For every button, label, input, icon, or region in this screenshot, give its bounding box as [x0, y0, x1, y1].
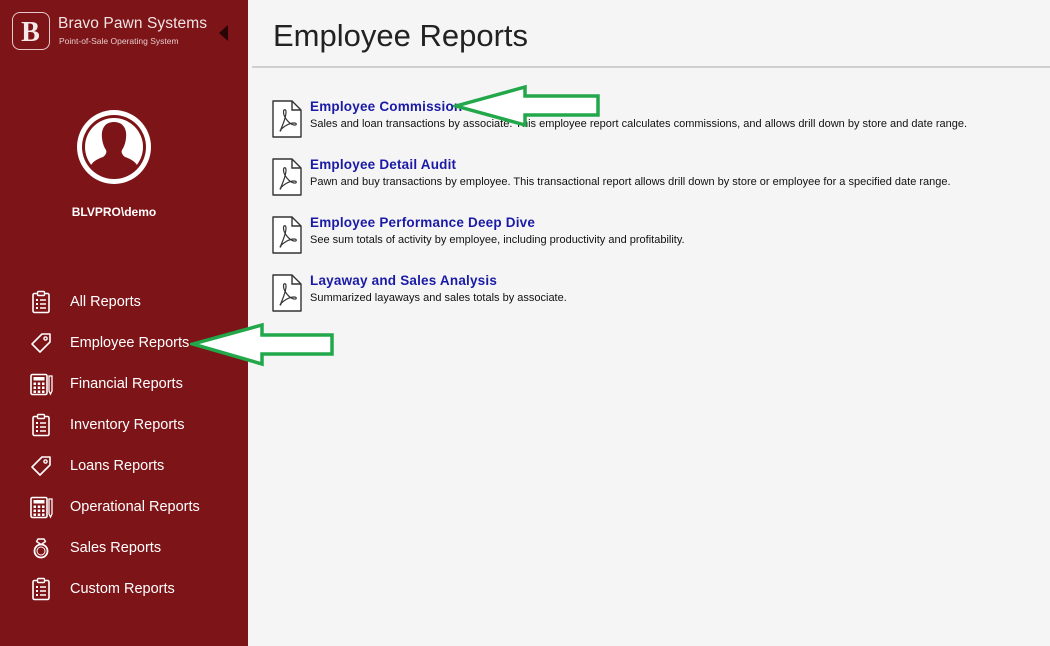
sidebar-item-sales-reports[interactable]: Sales Reports [0, 527, 248, 568]
sidebar-item-financial-reports[interactable]: Financial Reports [0, 363, 248, 404]
pdf-icon[interactable] [272, 158, 302, 196]
pdf-icon[interactable] [272, 274, 302, 312]
calculator-icon [30, 373, 53, 396]
sidebar-item-label: Operational Reports [70, 499, 200, 515]
report-description: Summarized layaways and sales totals by … [310, 292, 567, 304]
report-link[interactable]: Employee Detail Audit [310, 157, 456, 172]
main-content: Employee Reports Employee Commission Sal… [248, 0, 1050, 646]
report-link[interactable]: Employee Performance Deep Dive [310, 215, 535, 230]
report-description: See sum totals of activity by employee, … [310, 234, 685, 246]
report-link[interactable]: Layaway and Sales Analysis [310, 273, 497, 288]
pdf-icon[interactable] [272, 216, 302, 254]
sidebar-item-employee-reports[interactable]: Employee Reports [0, 322, 248, 363]
sidebar-item-label: Sales Reports [70, 540, 162, 556]
title-divider [252, 66, 1050, 68]
username: BLVPRO\demo [71, 205, 157, 219]
brand-tagline: Point-of-Sale Operating System [59, 36, 179, 46]
tag-icon [31, 456, 51, 476]
clipboard-list-icon [32, 577, 50, 601]
ring-icon [33, 538, 49, 559]
pdf-icon[interactable] [272, 100, 302, 138]
report-item-layaway-and-sales-analysis: Layaway and Sales Analysis Summarized la… [272, 273, 1042, 321]
report-item-employee-detail-audit: Employee Detail Audit Pawn and buy trans… [272, 157, 1042, 205]
avatar[interactable] [75, 108, 153, 186]
brand-logo: B [12, 12, 50, 50]
report-description: Sales and loan transactions by associate… [310, 118, 968, 130]
calculator-icon [30, 496, 53, 519]
clipboard-list-icon [32, 290, 50, 314]
sidebar-item-label: Employee Reports [70, 335, 190, 351]
sidebar: B Bravo Pawn Systems Point-of-Sale Opera… [0, 0, 248, 646]
sidebar-item-label: Custom Reports [70, 581, 175, 597]
sidebar-item-operational-reports[interactable]: Operational Reports [0, 486, 248, 527]
brand-name: Bravo Pawn Systems [58, 15, 208, 32]
report-description: Pawn and buy transactions by employee. T… [310, 176, 951, 188]
sidebar-item-label: Financial Reports [70, 376, 183, 392]
report-item-employee-commission: Employee Commission Sales and loan trans… [272, 99, 1042, 147]
report-link[interactable]: Employee Commission [310, 99, 462, 114]
sidebar-item-custom-reports[interactable]: Custom Reports [0, 568, 248, 609]
page-title: Employee Reports [273, 18, 529, 53]
sidebar-nav: All Reports Employee Reports Financial R… [0, 281, 248, 609]
sidebar-item-label: Inventory Reports [70, 417, 185, 433]
tag-icon [31, 333, 51, 353]
sidebar-item-all-reports[interactable]: All Reports [0, 281, 248, 322]
svg-text:B: B [21, 17, 40, 48]
sidebar-item-label: Loans Reports [70, 458, 165, 474]
sidebar-item-label: All Reports [70, 294, 141, 310]
user-silhouette-icon [77, 110, 151, 184]
sidebar-item-inventory-reports[interactable]: Inventory Reports [0, 404, 248, 445]
sidebar-item-loans-reports[interactable]: Loans Reports [0, 445, 248, 486]
collapse-sidebar-icon[interactable] [219, 25, 228, 41]
report-item-employee-performance-deep-dive: Employee Performance Deep Dive See sum t… [272, 215, 1042, 263]
clipboard-list-icon [32, 413, 50, 437]
